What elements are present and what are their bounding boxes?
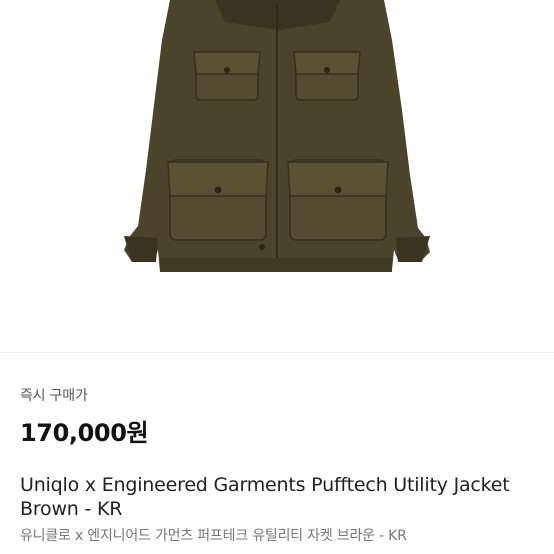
snap-icon: [214, 186, 222, 194]
right-cuff: [396, 236, 430, 262]
snap-icon: [324, 67, 330, 73]
price-label: 즉시 구매가: [20, 388, 88, 404]
left-cuff: [124, 236, 158, 262]
jacket-illustration: [124, 0, 430, 272]
section-divider: [0, 352, 554, 353]
product-image[interactable]: [0, 0, 554, 352]
snap-icon: [259, 244, 265, 250]
snap-icon: [224, 67, 230, 73]
product-subtitle: 유니클로 x 엔지니어드 가먼츠 퍼프테크 유틸리티 자켓 브라운 - KR: [20, 528, 407, 544]
product-title: Uniqlo x Engineered Garments Pufftech Ut…: [20, 474, 510, 520]
jacket-hem: [160, 258, 392, 272]
price-value: 170,000원: [20, 419, 149, 447]
snap-icon: [334, 186, 342, 194]
price-section: 즉시 구매가 170,000원: [20, 385, 538, 448]
